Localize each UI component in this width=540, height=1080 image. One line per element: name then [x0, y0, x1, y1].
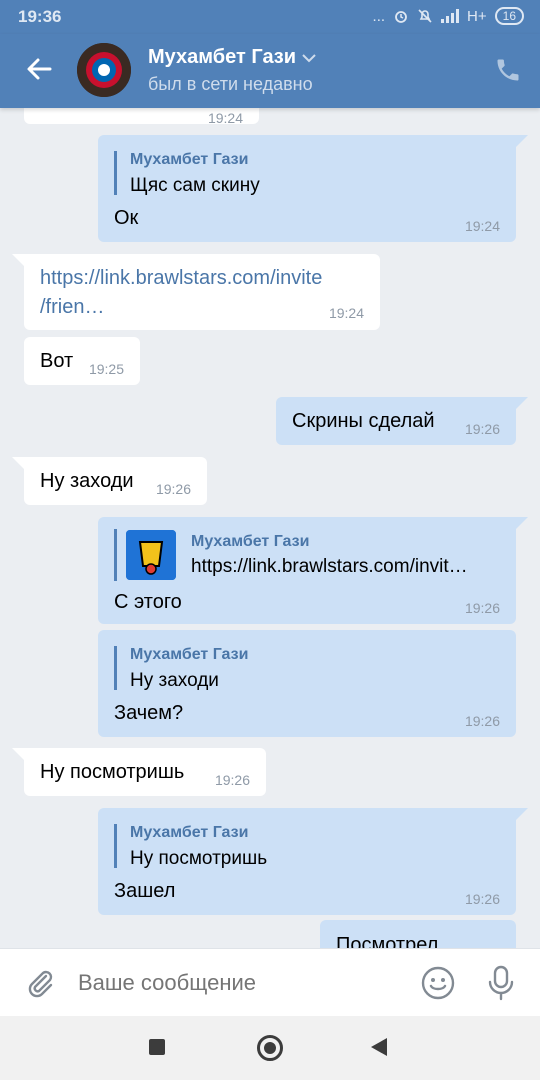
alarm-icon [395, 11, 407, 23]
message-outgoing[interactable]: Мухамбет Гази Ну заходи Зачем? 19:26 [98, 630, 516, 737]
message-time: 19:26 [155, 481, 191, 497]
message-incoming[interactable]: 19:24 [24, 108, 259, 126]
reply-author: Мухамбет Гази [191, 533, 310, 550]
bubble-tail [510, 517, 528, 535]
contact-name-text: Мухамбет Гази [148, 46, 297, 68]
reply-text: Ну заходи [130, 670, 219, 691]
reply-text: Ну посмотришь [130, 848, 268, 869]
message-time: 19:26 [464, 891, 500, 907]
reply-text: Щяс сам скину [130, 175, 260, 196]
bubble-tail [510, 135, 528, 153]
phone-icon[interactable] [494, 56, 522, 84]
message-time: 19:25 [88, 361, 124, 377]
message-outgoing[interactable]: Мухамбет Гази https://link.brawlstars.co… [98, 517, 528, 624]
paperclip-icon[interactable] [24, 967, 56, 999]
contact-name[interactable]: Мухамбет Гази [148, 46, 316, 69]
message-text: С этого [114, 591, 182, 613]
message-incoming[interactable]: https://link.brawlstars.com/invite /frie… [12, 254, 380, 330]
system-navigation-bar [0, 1016, 540, 1080]
message-text: Зачем? [114, 702, 184, 724]
message-text: Зашел [114, 880, 176, 902]
reply-author: Мухамбет Гази [130, 151, 249, 168]
message-text: Ну посмотришь [40, 761, 185, 783]
reply-author: Мухамбет Гази [130, 824, 249, 841]
smiley-icon[interactable] [420, 965, 456, 1001]
battery-indicator: 16 [494, 7, 524, 25]
bubble-tail [510, 808, 528, 826]
chevron-down-icon [302, 53, 316, 62]
avatar-club-logo [77, 43, 131, 97]
message-text: Скрины сделай [292, 410, 435, 432]
bubble-tail [510, 397, 528, 415]
brawl-stars-logo [126, 530, 176, 580]
message-link[interactable]: https://link.brawlstars.com/invite [40, 267, 322, 290]
bubble-tail [12, 748, 30, 766]
contact-status: был в сети недавно [148, 74, 313, 94]
reply-quote[interactable]: Мухамбет Гази Ну заходи [114, 646, 249, 691]
bubble-tail [12, 254, 30, 272]
reply-quote[interactable]: Мухамбет Гази Щяс сам скину [114, 151, 260, 196]
network-type: H+ [467, 7, 487, 25]
avatar[interactable] [77, 43, 131, 97]
message-time: 19:24 [328, 305, 364, 321]
message-incoming[interactable]: Ну посмотришь 19:26 [12, 748, 266, 796]
status-dots: ... [372, 7, 386, 25]
message-outgoing[interactable]: Посмотрел [320, 920, 516, 948]
message-composer [0, 948, 540, 1016]
message-text: Посмотрел [336, 934, 439, 948]
home-button[interactable] [257, 1035, 283, 1061]
reply-quote[interactable]: Мухамбет Гази Ну посмотришь [114, 824, 268, 869]
message-time: 19:26 [464, 421, 500, 437]
mute-icon [418, 9, 432, 23]
message-outgoing[interactable]: Мухамбет Гази Щяс сам скину Ок 19:24 [98, 135, 528, 242]
message-time: 19:26 [214, 772, 250, 788]
message-link-continued[interactable]: /frien… [40, 296, 104, 319]
recents-button[interactable] [149, 1039, 165, 1055]
message-list[interactable]: 19:24 Мухамбет Гази Щяс сам скину Ок 19:… [0, 108, 540, 948]
message-time: 19:26 [464, 600, 500, 616]
status-bar: 19:36 ... H+ 16 [0, 0, 540, 34]
message-outgoing[interactable]: Мухамбет Гази Ну посмотришь Зашел 19:26 [98, 808, 528, 915]
message-text: Вот [40, 350, 74, 372]
microphone-icon[interactable] [484, 964, 518, 1002]
message-input[interactable] [78, 969, 398, 997]
status-icons: ... H+ 16 [373, 7, 524, 25]
reply-thumbnail [126, 530, 176, 580]
message-incoming[interactable]: Ну заходи 19:26 [12, 457, 207, 505]
message-text: Ок [114, 207, 139, 229]
message-incoming[interactable]: Вот 19:25 [24, 337, 140, 385]
status-time: 19:36 [18, 7, 62, 26]
reply-quote[interactable]: Мухамбет Гази https://link.brawlstars.co… [114, 529, 504, 581]
chat-header: Мухамбет Гази был в сети недавно [0, 34, 540, 108]
message-time: 19:26 [464, 713, 500, 729]
message-time: 19:24 [464, 218, 500, 234]
message-time: 19:24 [207, 110, 243, 126]
message-outgoing[interactable]: Скрины сделай 19:26 [276, 397, 528, 445]
arrow-left-icon[interactable] [22, 52, 56, 86]
signal-icon [441, 9, 460, 23]
bubble-tail [12, 457, 30, 475]
reply-author: Мухамбет Гази [130, 646, 249, 663]
reply-text: https://link.brawlstars.com/invit… [191, 556, 468, 577]
back-button[interactable] [371, 1038, 387, 1056]
message-text: Ну заходи [40, 470, 134, 492]
